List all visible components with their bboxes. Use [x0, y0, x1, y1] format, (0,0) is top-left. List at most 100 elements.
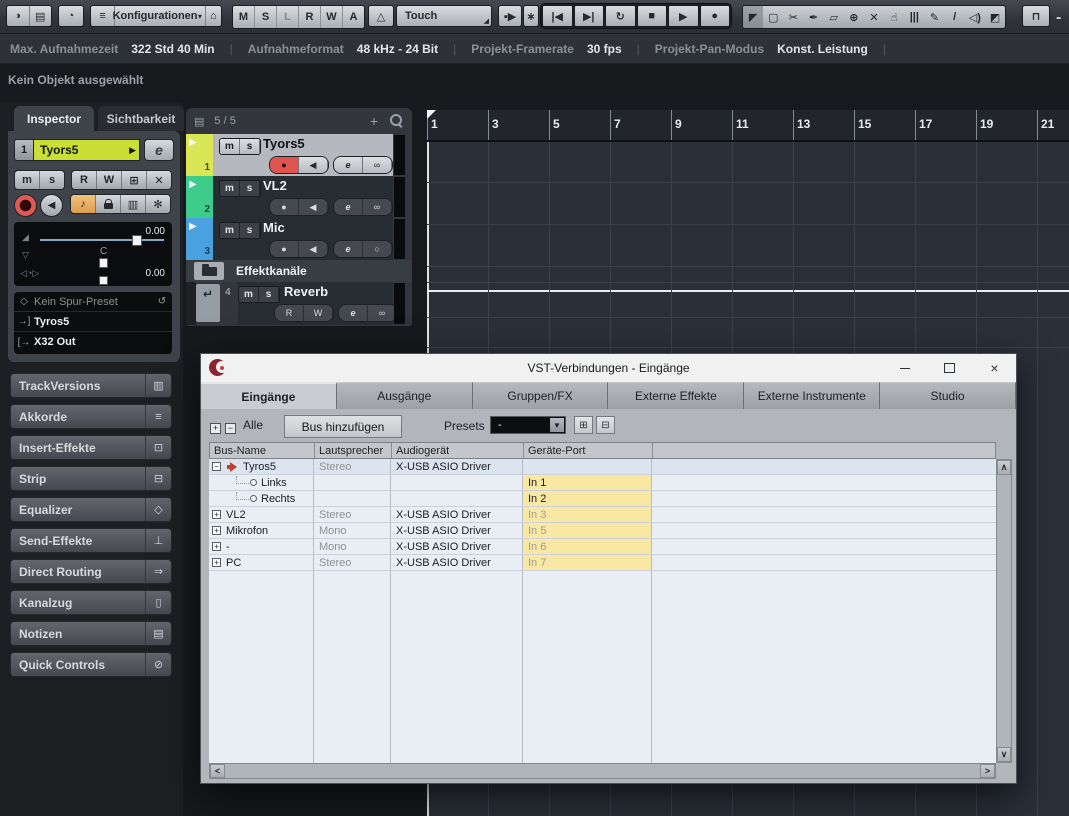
monitor-button[interactable]: ◀ — [299, 241, 328, 257]
timeline-ruler[interactable]: 13579111315171921 — [427, 110, 1069, 142]
inspector-section-strip[interactable]: Strip⊟ — [10, 466, 172, 491]
reload-icon[interactable]: ↺ — [152, 296, 172, 307]
object-selection-tool[interactable]: ◤ — [743, 6, 763, 28]
scroll-right-button[interactable]: > — [980, 764, 995, 778]
vertical-scrollbar[interactable]: ∧ ∨ — [996, 459, 1012, 763]
marker-asterisk-button[interactable]: ∗ — [523, 5, 539, 27]
scroll-down-button[interactable]: ∨ — [997, 747, 1011, 762]
channel-row-links[interactable]: LinksIn 1 — [209, 475, 996, 491]
monitor-button[interactable]: ◀ — [299, 157, 328, 173]
channel-config-icon[interactable]: ⊞ — [122, 171, 147, 189]
mute-button[interactable]: m — [220, 181, 240, 196]
edit-channel-button[interactable]: e — [339, 305, 368, 321]
dialog-tab-externe-instrumente[interactable]: Externe Instrumente — [744, 382, 880, 409]
goto-start-button[interactable]: |◀ — [542, 5, 573, 27]
device-port-cell[interactable]: In 1 — [523, 475, 652, 491]
workspace-group[interactable]: ≡ Konfigurationen ▾ ⌂ — [90, 5, 222, 27]
collapse-all-icon[interactable]: − — [225, 418, 238, 436]
tab-visibility[interactable]: Sichtbarkeit — [98, 106, 184, 131]
solo-button[interactable]: s — [240, 223, 260, 238]
dialog-tab-eing-nge[interactable]: Eingänge — [201, 382, 337, 409]
draw-tool[interactable]: ✎ — [924, 6, 944, 28]
global-m-button[interactable]: M — [233, 6, 255, 28]
device-port-cell[interactable]: In 5 — [523, 523, 652, 539]
automation-mode-dropdown[interactable]: Touch ◢ — [396, 5, 492, 27]
device-port-cell[interactable]: In 3 — [523, 507, 652, 523]
global-s-button[interactable]: S — [255, 6, 277, 28]
bus-row-mikrofon[interactable]: +MikrofonMonoX-USB ASIO DriverIn 5 — [209, 523, 996, 539]
glue-tool[interactable]: ✒ — [803, 6, 823, 28]
inspector-section-equalizer[interactable]: Equalizer◇ — [10, 497, 172, 522]
pan-handle[interactable] — [99, 258, 108, 268]
link-icon[interactable]: ∞ — [363, 157, 392, 173]
tab-inspector[interactable]: Inspector — [14, 106, 94, 131]
play-button[interactable]: ▶ — [668, 5, 699, 27]
presets-dropdown[interactable]: - ▼ — [490, 416, 566, 434]
scroll-up-button[interactable]: ∧ — [997, 460, 1011, 475]
constrain-delay-button[interactable]: ◔ — [58, 5, 84, 27]
close-button[interactable]: × — [972, 354, 1017, 382]
mute-button[interactable]: m — [220, 139, 240, 154]
expand-plus-icon[interactable]: + — [212, 542, 221, 551]
monitor-button[interactable]: ◀ — [299, 199, 328, 215]
read-automation-button[interactable]: R — [275, 305, 304, 321]
global-w-button[interactable]: W — [321, 6, 343, 28]
solo-button[interactable]: s — [240, 139, 260, 154]
time-warp-tool[interactable]: ||| — [904, 6, 924, 28]
output-routing-row[interactable]: [→ X32 Out — [14, 332, 172, 352]
track-name-field[interactable]: Tyors5 ▶ — [34, 139, 140, 161]
collapse-minus-icon[interactable]: − — [212, 462, 221, 471]
minimize-button[interactable] — [882, 354, 927, 382]
project-activate-icon[interactable]: ◑ — [7, 6, 29, 26]
solo-button[interactable]: s — [259, 287, 279, 302]
zoom-tool[interactable]: ⊕ — [844, 6, 864, 28]
dialog-tab-gruppen-fx[interactable]: Gruppen/FX — [473, 382, 609, 409]
track-row-mic[interactable]: ▶3msMic●◀e○ — [186, 218, 412, 260]
column-header-audioger-t[interactable]: Audiogerät — [392, 443, 524, 458]
record-enable-button[interactable] — [14, 194, 37, 217]
delay-handle[interactable] — [99, 276, 108, 285]
link-icon[interactable]: ∞ — [368, 305, 397, 321]
volume-slider[interactable] — [40, 239, 164, 241]
add-bus-button[interactable]: Bus hinzufügen — [284, 415, 402, 438]
dialog-title-bar[interactable]: VST-Verbindungen - Eingänge × — [201, 354, 1016, 382]
solo-button[interactable]: s — [40, 171, 64, 189]
track-row-tyors5[interactable]: ▶1msTyors5●◀e∞ — [186, 134, 412, 176]
color-tool[interactable]: ◩ — [985, 6, 1005, 28]
device-port-cell[interactable]: In 7 — [523, 555, 652, 571]
expand-plus-icon[interactable]: + — [212, 510, 221, 519]
link-icon[interactable]: ○ — [363, 241, 392, 257]
record-enable-button[interactable]: ● — [270, 199, 299, 215]
bus-row-tyros5[interactable]: −Tyros5StereoX-USB ASIO Driver — [209, 459, 996, 475]
column-header-bus-name[interactable]: Bus-Name — [210, 443, 315, 458]
auto-punch-button[interactable]: ▪▶ — [498, 5, 522, 27]
lock-icon[interactable] — [96, 195, 121, 213]
inspector-section-direct-routing[interactable]: Direct Routing⇒ — [10, 559, 172, 584]
line-tool[interactable]: / — [945, 6, 965, 28]
fx-track-row-reverb[interactable]: ↵4msReverbRWe∞ — [186, 282, 412, 325]
track-preset-row[interactable]: ◇ Kein Spur-Preset ↺ — [14, 292, 172, 312]
inspector-section-kanalzug[interactable]: Kanalzug▯ — [10, 590, 172, 615]
inspector-section-quick-controls[interactable]: Quick Controls⊘ — [10, 652, 172, 677]
freeze-icon[interactable]: ✻ — [146, 195, 170, 213]
inspector-section-akkorde[interactable]: Akkorde≡ — [10, 404, 172, 429]
add-track-button[interactable]: + — [370, 113, 378, 129]
dropdown-arrow-icon[interactable]: ▼ — [550, 418, 564, 432]
global-a-button[interactable]: A — [343, 6, 364, 28]
global-r-button[interactable]: R — [299, 6, 321, 28]
read-automation-button[interactable]: R — [72, 171, 97, 189]
dialog-tab-externe-effekte[interactable]: Externe Effekte — [608, 382, 744, 409]
cycle-button[interactable]: ↻ — [605, 5, 636, 27]
device-port-cell[interactable]: In 6 — [523, 539, 652, 555]
folder-icon[interactable] — [194, 262, 224, 280]
konfigurationen-dropdown[interactable]: Konfigurationen — [115, 6, 195, 26]
activate-project-buttons[interactable]: ◑ ▤ — [6, 5, 52, 27]
device-port-cell[interactable] — [523, 459, 652, 475]
track-list-menu-icon[interactable]: ▤ — [194, 115, 204, 128]
mute-button[interactable]: m — [220, 223, 240, 238]
inspector-section-insert-effekte[interactable]: Insert-Effekte⊡ — [10, 435, 172, 460]
show-lanes-icon[interactable]: ▥ — [121, 195, 146, 213]
split-tool[interactable]: ✂ — [783, 6, 803, 28]
automation-panel-button[interactable]: △ — [368, 5, 394, 27]
mute-button[interactable]: m — [239, 287, 259, 302]
